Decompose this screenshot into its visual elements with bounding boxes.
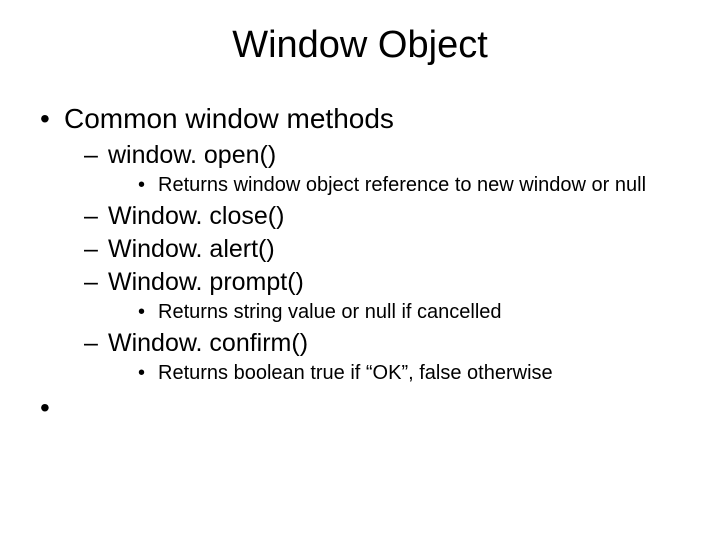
bullet-text: Returns window object reference to new w… — [158, 174, 646, 196]
bullet-text: Window. close() — [108, 202, 284, 230]
bullet-text: Window. confirm() — [108, 329, 308, 357]
bullet-text: Returns boolean true if “OK”, false othe… — [158, 362, 553, 384]
bullet-text: Window. prompt() — [108, 268, 304, 296]
list-item: Window. alert() — [84, 235, 680, 264]
bullet-text: Returns string value or null if cancelle… — [158, 301, 502, 323]
bullet-text: window. open() — [108, 141, 276, 169]
bullet-list-level3: Returns string value or null if cancelle… — [108, 299, 680, 325]
bullet-list-level2: window. open() Returns window object ref… — [64, 141, 680, 386]
list-item: Window. close() — [84, 202, 680, 231]
slide-title: Window Object — [40, 24, 680, 67]
bullet-text: Common window methods — [64, 103, 394, 134]
bullet-list-level3: Returns window object reference to new w… — [108, 172, 680, 198]
slide: Window Object Common window methods wind… — [0, 0, 720, 540]
list-item: Window. confirm() Returns boolean true i… — [84, 329, 680, 386]
bullet-text: Window. alert() — [108, 235, 275, 263]
list-item: Returns boolean true if “OK”, false othe… — [138, 360, 680, 386]
list-item: window. open() Returns window object ref… — [84, 141, 680, 198]
list-item: Returns string value or null if cancelle… — [138, 299, 680, 325]
list-item: Common window methods window. open() Ret… — [40, 103, 680, 386]
list-item: Returns window object reference to new w… — [138, 172, 680, 198]
bullet-list-level3: Returns boolean true if “OK”, false othe… — [108, 360, 680, 386]
list-item: Window. prompt() Returns string value or… — [84, 268, 680, 325]
bullet-list-level1: Common window methods window. open() Ret… — [40, 103, 680, 386]
